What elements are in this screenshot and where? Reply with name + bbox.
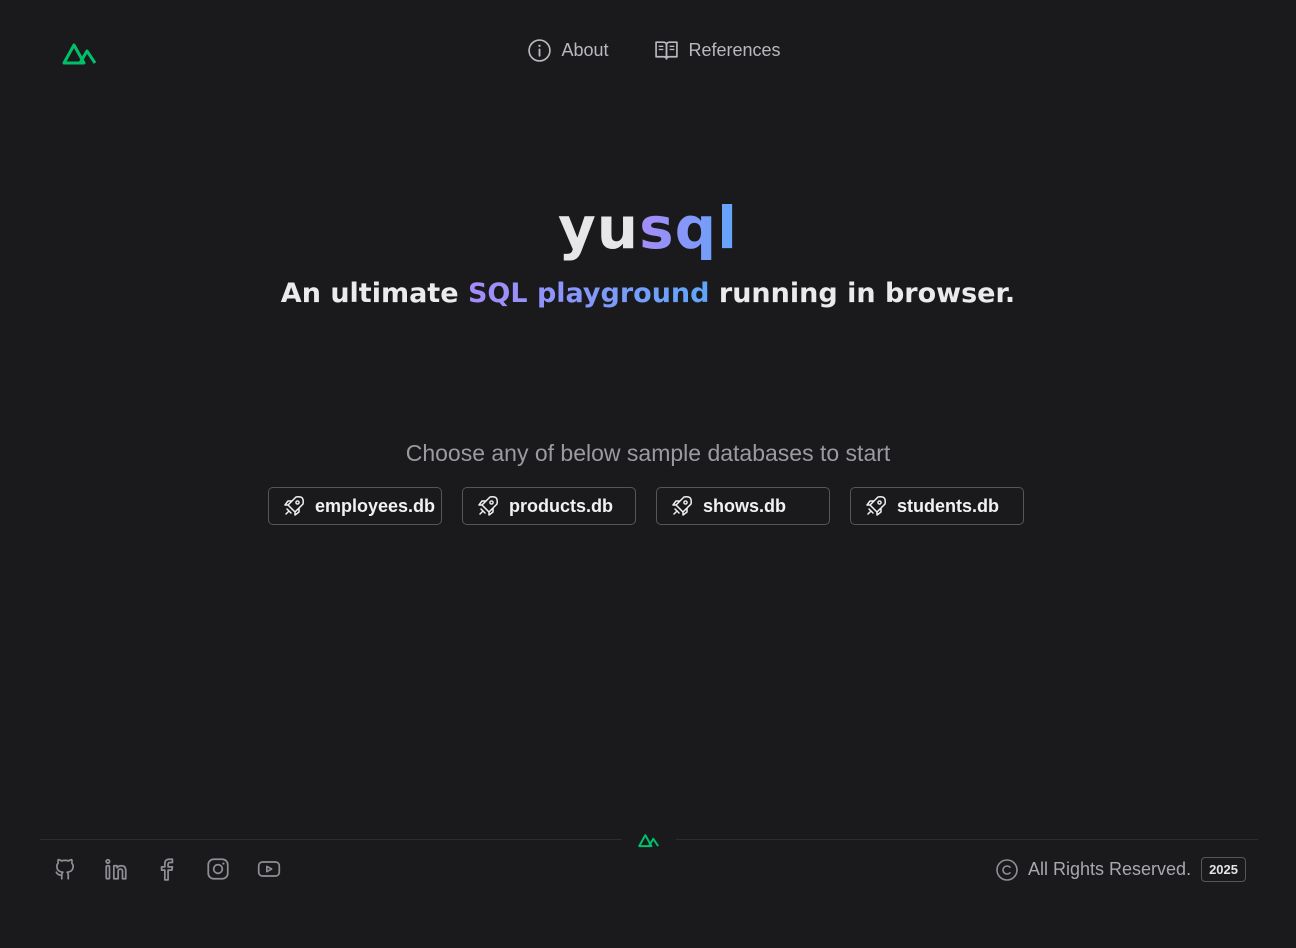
brand-title-plain: yu [557, 194, 640, 262]
top-nav: About References [0, 38, 1296, 63]
database-button-products[interactable]: products.db [462, 487, 636, 525]
rocket-icon [284, 496, 304, 516]
tagline-before: An ultimate [280, 278, 468, 309]
brand-title: yusql [0, 188, 1296, 268]
copyright: All Rights Reserved. 2025 [995, 857, 1246, 882]
instagram-icon[interactable] [205, 856, 231, 882]
year-badge: 2025 [1201, 857, 1246, 882]
database-label: shows.db [703, 495, 787, 516]
tagline-accent: SQL playground [467, 278, 710, 309]
tagline-after: running in browser. [709, 278, 1016, 309]
github-icon[interactable] [52, 856, 78, 882]
youtube-icon[interactable] [256, 856, 282, 882]
nav-about-label: About [561, 40, 609, 60]
database-list: employees.db products.db shows.db studen… [268, 487, 1024, 525]
rocket-icon [672, 496, 692, 516]
nav-references[interactable]: References [642, 38, 781, 63]
hero: yusql An ultimate SQL playground running… [0, 188, 1296, 309]
nav-references-label: References [688, 40, 781, 60]
tagline: An ultimate SQL playground running in br… [0, 278, 1296, 309]
database-button-students[interactable]: students.db [850, 487, 1024, 525]
footer-divider-left [40, 839, 622, 840]
database-button-shows[interactable]: shows.db [656, 487, 830, 525]
linkedin-icon[interactable] [103, 856, 129, 882]
social-links [52, 856, 282, 882]
header: About References [0, 0, 1296, 104]
database-label: employees.db [315, 495, 436, 516]
footer-nuxt-logo-icon[interactable] [638, 832, 660, 848]
database-label: students.db [897, 495, 999, 516]
copyright-text: All Rights Reserved. [1028, 859, 1192, 879]
info-icon [528, 39, 552, 62]
book-open-icon [655, 41, 679, 60]
facebook-icon[interactable] [154, 856, 180, 882]
rocket-icon [478, 496, 498, 516]
footer-divider-right [676, 839, 1258, 840]
rocket-icon [866, 496, 886, 516]
database-button-employees[interactable]: employees.db [268, 487, 442, 525]
nav-about[interactable]: About [515, 38, 608, 63]
database-prompt: Choose any of below sample databases to … [405, 440, 891, 466]
database-label: products.db [509, 495, 613, 516]
brand-title-accent: sql [639, 194, 739, 262]
copyright-icon [996, 858, 1018, 881]
